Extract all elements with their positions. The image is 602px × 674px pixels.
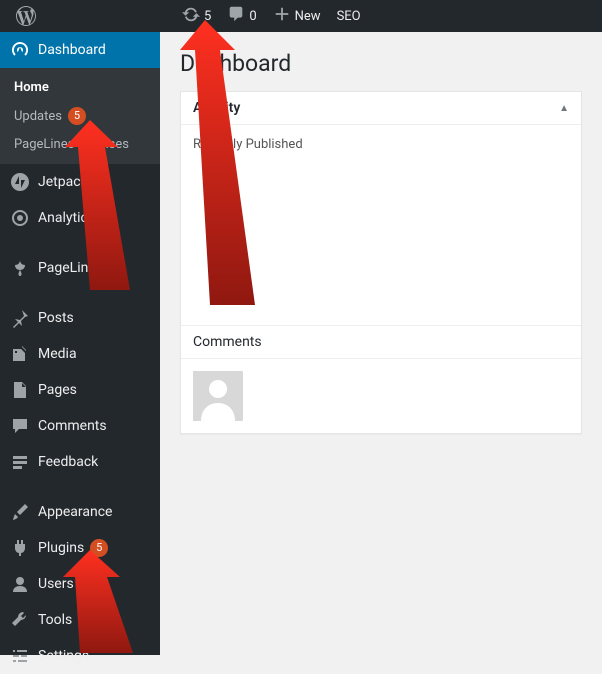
menu-pagelines[interactable]: PageLines xyxy=(0,250,160,286)
pagelines-icon xyxy=(10,258,30,278)
menu-appearance[interactable]: Appearance xyxy=(0,494,160,530)
page-icon xyxy=(10,380,30,400)
menu-analytics[interactable]: Analytics xyxy=(0,200,160,236)
menu-tools[interactable]: Tools xyxy=(0,602,160,638)
jetpack-icon xyxy=(10,172,30,192)
refresh-icon xyxy=(182,5,200,27)
feedback-icon xyxy=(10,452,30,472)
avatar-placeholder xyxy=(193,371,243,421)
activity-box: Activity ▲ Recently Published Comments xyxy=(180,91,582,434)
updates-badge: 5 xyxy=(68,107,86,125)
comments-icon xyxy=(10,416,30,436)
submenu-updates[interactable]: Updates 5 xyxy=(0,101,160,131)
submenu-home[interactable]: Home xyxy=(0,74,160,101)
activity-body: Recently Published xyxy=(181,125,581,325)
menu-media[interactable]: Media xyxy=(0,336,160,372)
main-content: Dashboard Activity ▲ Recently Published … xyxy=(160,32,602,655)
comments-header: Comments xyxy=(181,325,581,359)
menu-dashboard-label: Dashboard xyxy=(38,42,106,58)
brush-icon xyxy=(10,502,30,522)
submenu-pagelines-licenses[interactable]: PageLines Licenses xyxy=(0,131,160,158)
menu-pages[interactable]: Pages xyxy=(0,372,160,408)
new-content[interactable]: New xyxy=(265,0,329,32)
seo-label: SEO xyxy=(337,9,361,24)
user-icon xyxy=(10,574,30,594)
new-label: New xyxy=(295,9,321,24)
recently-published-label: Recently Published xyxy=(193,137,569,152)
dashboard-submenu: Home Updates 5 PageLines Licenses xyxy=(0,68,160,164)
plugin-icon xyxy=(10,538,30,558)
settings-icon xyxy=(10,646,30,666)
pin-icon xyxy=(10,308,30,328)
updates-indicator[interactable]: 5 xyxy=(174,0,219,32)
comment-icon xyxy=(227,5,245,27)
menu-posts[interactable]: Posts xyxy=(0,300,160,336)
wordpress-logo[interactable] xyxy=(8,0,44,32)
admin-sidebar: Dashboard Home Updates 5 PageLines Licen… xyxy=(0,32,160,655)
comments-indicator[interactable]: 0 xyxy=(219,0,264,32)
plus-icon xyxy=(273,5,291,27)
media-icon xyxy=(10,344,30,364)
activity-header[interactable]: Activity ▲ xyxy=(181,92,581,125)
menu-feedback[interactable]: Feedback xyxy=(0,444,160,480)
page-title: Dashboard xyxy=(180,50,582,77)
comments-count: 0 xyxy=(249,9,256,24)
tools-icon xyxy=(10,610,30,630)
updates-count: 5 xyxy=(204,9,211,24)
menu-jetpack[interactable]: Jetpack xyxy=(0,164,160,200)
menu-plugins[interactable]: Plugins 5 xyxy=(0,530,160,566)
admin-bar: 5 0 New SEO xyxy=(0,0,602,32)
menu-comments[interactable]: Comments xyxy=(0,408,160,444)
plugins-badge: 5 xyxy=(90,539,108,557)
dashboard-icon xyxy=(10,40,30,60)
collapse-icon: ▲ xyxy=(559,103,569,114)
comments-body xyxy=(181,359,581,433)
menu-dashboard[interactable]: Dashboard xyxy=(0,32,160,68)
analytics-icon xyxy=(10,208,30,228)
menu-settings[interactable]: Settings xyxy=(0,638,160,674)
seo-menu[interactable]: SEO xyxy=(329,0,369,32)
menu-users[interactable]: Users xyxy=(0,566,160,602)
